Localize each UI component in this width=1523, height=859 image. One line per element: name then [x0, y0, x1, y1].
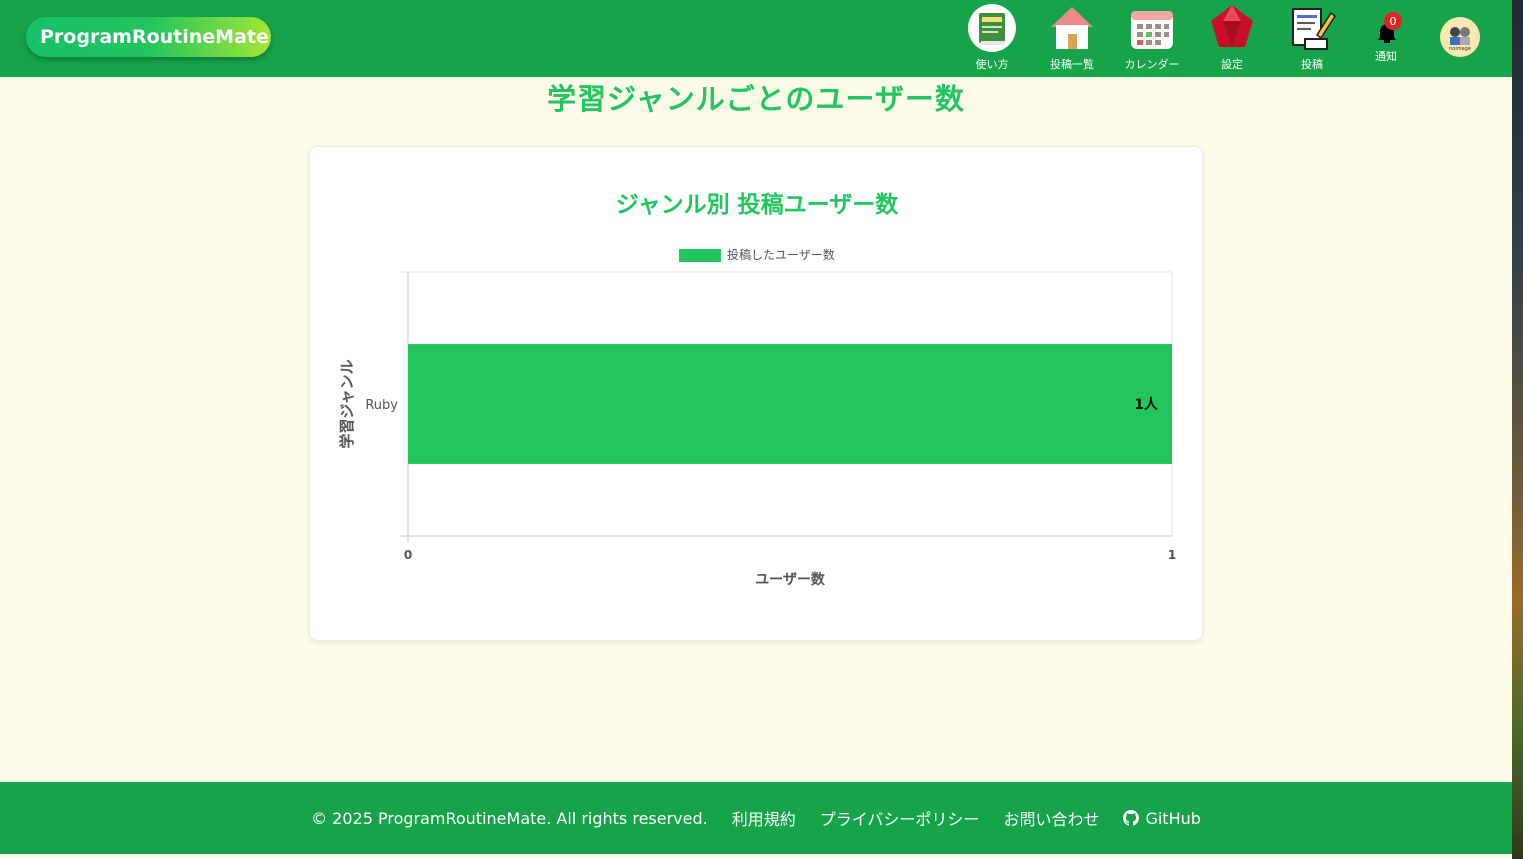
- nav-new-post-label: 投稿: [1301, 58, 1323, 71]
- nav-new-post[interactable]: 投稿: [1277, 3, 1347, 73]
- guide-book-icon: [967, 3, 1017, 53]
- x-tick-label: 0: [404, 548, 412, 562]
- footer-copyright: © 2025 ProgramRoutineMate. All rights re…: [311, 808, 708, 828]
- y-tick-label: Ruby: [365, 398, 398, 413]
- genre-users-chart: ジャンル別 投稿ユーザー数投稿したユーザー数 Ruby 1人 0 1 ユーザー数 学習ジャン…: [338, 191, 1176, 588]
- bar-data-label: 1人: [1134, 396, 1159, 413]
- legend-swatch: [679, 249, 721, 262]
- footer: © 2025 ProgramRoutineMate. All rights re…: [0, 782, 1512, 854]
- github-icon: [1123, 810, 1140, 826]
- x-tick-label: 1: [1168, 548, 1176, 562]
- top-header: ProgramRoutineMate 使い方 投稿一覧 カレンダー 設定 投稿 …: [0, 0, 1512, 77]
- x-axis-label: ユーザー数: [755, 571, 826, 588]
- nav-post-list[interactable]: 投稿一覧: [1037, 3, 1107, 73]
- nav-calendar-label: カレンダー: [1124, 58, 1180, 71]
- ruby-gem-icon: [1207, 3, 1257, 53]
- app-logo[interactable]: ProgramRoutineMate: [26, 17, 271, 57]
- y-axis-label: 学習ジャンル: [338, 359, 356, 448]
- home-icon: [1047, 3, 1097, 53]
- nav-settings-label: 設定: [1221, 58, 1243, 71]
- footer-link-contact[interactable]: お問い合わせ: [1003, 806, 1099, 830]
- avatar-noimage-text: noimage: [1449, 46, 1471, 52]
- calendar-icon: [1127, 3, 1177, 53]
- chart-card: ジャンル別 投稿ユーザー数投稿したユーザー数 Ruby 1人 0 1 ユーザー数 学習ジャン…: [309, 146, 1203, 641]
- nav-post-list-label: 投稿一覧: [1050, 58, 1094, 71]
- page-title: 学習ジャンルごとのユーザー数: [547, 82, 965, 116]
- footer-link-github-label: GitHub: [1145, 808, 1201, 828]
- notification-count-badge: 0: [1384, 12, 1402, 30]
- desktop-background-strip: [1512, 0, 1523, 859]
- bar-ruby: [408, 344, 1172, 464]
- nav-guide[interactable]: 使い方: [957, 3, 1027, 73]
- bottom-strip: [0, 854, 1512, 859]
- nav-settings[interactable]: 設定: [1197, 3, 1267, 73]
- write-post-icon: [1287, 3, 1337, 53]
- chart-title: ジャンル別 投稿ユーザー数: [616, 191, 899, 218]
- notifications-label: 通知: [1375, 50, 1397, 63]
- footer-link-terms[interactable]: 利用規約: [732, 806, 796, 830]
- page: ProgramRoutineMate 使い方 投稿一覧 カレンダー 設定 投稿 …: [0, 0, 1512, 859]
- nav-calendar[interactable]: カレンダー: [1117, 3, 1187, 73]
- legend-label: 投稿したユーザー数: [727, 247, 835, 262]
- notifications-button[interactable]: 0 通知: [1368, 8, 1408, 68]
- user-avatar[interactable]: noimage: [1440, 17, 1480, 57]
- footer-link-privacy[interactable]: プライバシーポリシー: [820, 806, 980, 830]
- nav-guide-label: 使い方: [975, 58, 1009, 71]
- footer-link-github[interactable]: GitHub: [1123, 808, 1201, 828]
